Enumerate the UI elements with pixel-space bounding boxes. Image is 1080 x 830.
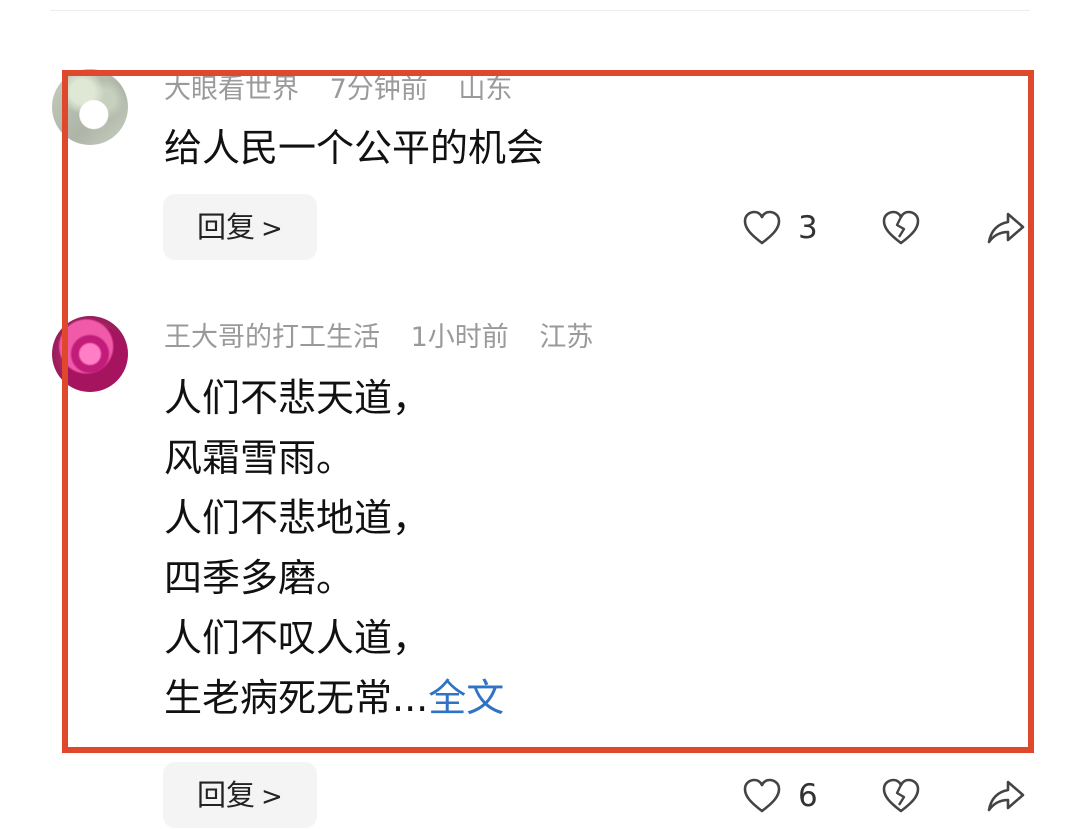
share-icon[interactable] — [986, 776, 1026, 816]
username[interactable]: 王大哥的打工生活 — [164, 322, 380, 353]
top-divider — [50, 10, 1030, 11]
chevron-right-icon: > — [261, 214, 283, 244]
heart-icon[interactable] — [742, 776, 782, 816]
heart-icon[interactable] — [742, 208, 782, 248]
comment-line: 给人民一个公平的机会 — [164, 126, 545, 170]
share-icon[interactable] — [986, 208, 1026, 248]
chevron-right-icon: > — [261, 782, 283, 812]
comment-line: 生老病死无常... — [164, 676, 429, 720]
comment-line: 人们不悲地道， — [164, 496, 431, 540]
avatar[interactable] — [52, 69, 128, 145]
comment-line-last: 生老病死无常...全文 — [164, 668, 504, 728]
avatar[interactable] — [52, 316, 128, 392]
timestamp: 7分钟前 — [329, 74, 428, 103]
comment-line: 风霜雪雨。 — [164, 436, 355, 480]
like-count: 6 — [798, 778, 818, 814]
comment-text: 给人民一个公平的机会 — [164, 118, 544, 178]
reply-button[interactable]: 回复 > — [163, 194, 317, 260]
like-count: 3 — [798, 210, 818, 246]
reply-button[interactable]: 回复 > — [163, 762, 317, 828]
username[interactable]: 大眼看世界 — [164, 74, 299, 103]
reply-label: 回复 — [197, 778, 256, 812]
comment-text: 人们不悲天道， 风霜雪雨。 人们不悲地道， 四季多磨。 人们不叹人道， 生老病死… — [164, 368, 504, 728]
location: 江苏 — [539, 322, 594, 353]
comment-line: 四季多磨。 — [164, 556, 355, 600]
comment-line: 人们不叹人道， — [164, 616, 431, 660]
broken-heart-icon[interactable] — [881, 776, 921, 816]
reply-label: 回复 — [197, 210, 256, 244]
full-text-link[interactable]: 全文 — [428, 676, 504, 720]
comment-meta: 大眼看世界 7分钟前 山东 — [164, 73, 534, 103]
timestamp: 1小时前 — [410, 322, 509, 353]
comment-line: 人们不悲天道， — [164, 376, 431, 420]
location: 山东 — [458, 74, 513, 103]
comment-meta: 王大哥的打工生活 1小时前 江苏 — [164, 321, 615, 355]
broken-heart-icon[interactable] — [881, 208, 921, 248]
